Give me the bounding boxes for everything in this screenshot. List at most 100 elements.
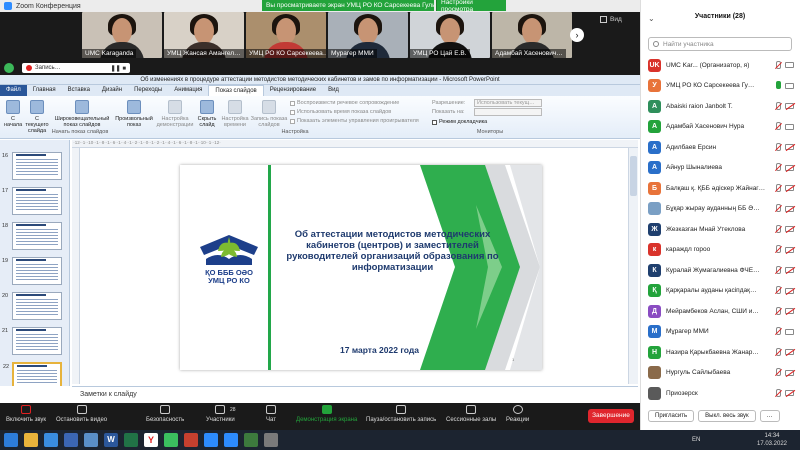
participant-row[interactable]: UK UMC Kar... (Организатор, я) <box>648 56 794 74</box>
end-meeting-button[interactable]: Завершение <box>588 409 634 423</box>
from-start-button[interactable]: С начала <box>4 100 22 128</box>
setup-show-button[interactable]: Настройка демонстрации <box>156 100 194 128</box>
ppt-tab[interactable]: Рецензирование <box>264 85 322 96</box>
ppt-tab[interactable]: Переходы <box>128 85 168 96</box>
camera-icon[interactable] <box>785 82 794 89</box>
microphone-icon[interactable] <box>774 306 781 316</box>
presenter-view-checkbox[interactable]: Режим докладчика <box>432 119 487 125</box>
camera-icon[interactable] <box>785 267 794 273</box>
ie-browser-icon[interactable] <box>44 433 58 447</box>
camera-icon[interactable] <box>785 226 794 232</box>
start-windows-icon[interactable] <box>4 433 18 447</box>
slide-thumbnail[interactable]: 17 <box>2 187 62 215</box>
pause-stop-icons[interactable]: ❚❚ ■ <box>111 65 126 72</box>
pause-recording-button[interactable]: Пауза/остановить запись <box>366 405 436 423</box>
chat-button[interactable]: Чат <box>266 405 276 423</box>
word-icon[interactable]: W <box>104 433 118 447</box>
camera-icon[interactable] <box>785 308 794 314</box>
ppt-tab[interactable]: Вид <box>322 85 345 96</box>
ppt-tab[interactable]: Показ слайдов <box>208 85 264 96</box>
invite-button[interactable]: Пригласить <box>648 410 695 422</box>
participant-row[interactable]: Қ Қарқаралы ауданы қасіпдақ… <box>648 282 794 300</box>
powerpoint-icon[interactable] <box>184 433 198 447</box>
microphone-icon[interactable] <box>774 327 781 336</box>
video-tile[interactable]: УМЦ Жансая Амангел… <box>164 12 244 58</box>
explorer-folder-icon[interactable] <box>24 433 38 447</box>
camera-icon[interactable] <box>785 205 794 212</box>
participant-row[interactable]: Б Балқаш қ. ҚББ әдіскер Жайнаг… <box>648 179 794 197</box>
camera-icon[interactable] <box>785 369 794 376</box>
participant-row[interactable]: A Abaiski raion Janbolt T. <box>648 97 794 115</box>
taskbar-app-icon[interactable] <box>244 433 258 447</box>
microphone-icon[interactable] <box>774 122 781 131</box>
hide-slide-button[interactable]: Скрыть слайд <box>196 100 218 128</box>
microphone-icon[interactable] <box>774 81 781 90</box>
zoom-app-icon[interactable] <box>204 433 218 447</box>
participant-row[interactable]: A Адамбай Хасенович Нура <box>648 118 794 136</box>
microphone-icon[interactable] <box>774 286 781 295</box>
camera-icon[interactable] <box>785 144 794 150</box>
camera-icon[interactable] <box>785 390 794 396</box>
unmute-button[interactable]: Включить звук <box>6 405 46 423</box>
camera-icon[interactable] <box>785 62 794 68</box>
excel-icon[interactable] <box>124 433 138 447</box>
microphone-icon[interactable] <box>774 204 781 213</box>
participant-row[interactable]: Д Мейрамбеков Аслан, СШИ и… <box>648 302 794 320</box>
slide-thumbnail[interactable]: 22 <box>3 362 62 386</box>
slide-thumbnail[interactable]: 20 <box>2 292 62 320</box>
participant-row[interactable]: Бұқар жырау ауданның ББ Ә… <box>648 200 794 218</box>
microphone-icon[interactable] <box>774 183 781 193</box>
microphone-icon[interactable] <box>774 163 781 172</box>
microphone-icon[interactable] <box>774 101 781 111</box>
video-tile[interactable]: УМЦ РО Цай Е.В. <box>410 12 490 58</box>
camera-icon[interactable] <box>785 246 794 253</box>
more-button[interactable]: … <box>759 410 780 422</box>
microphone-icon[interactable] <box>774 224 781 234</box>
microphone-icon[interactable] <box>774 388 781 398</box>
recording-indicator[interactable]: Запись… ❚❚ ■ <box>22 63 130 73</box>
reactions-button[interactable]: Реакции <box>506 405 529 423</box>
rehearse-button[interactable]: Настройка времени <box>220 100 250 128</box>
camera-icon[interactable] <box>785 123 794 130</box>
camera-icon[interactable] <box>785 185 794 191</box>
scrollbar-thumb[interactable] <box>630 156 637 196</box>
participant-row[interactable]: Н Назира Қарыкбаевна Жанар… <box>648 343 794 361</box>
custom-show-button[interactable]: Произвольный показ <box>112 100 156 128</box>
microphone-icon[interactable] <box>774 347 781 357</box>
system-clock[interactable]: 14:34 17.03.2022 <box>752 432 792 448</box>
current-slide[interactable]: ҚО БББ ОӘО УМЦ РО КО Об аттестации метод… <box>180 165 542 370</box>
next-page-arrow-icon[interactable]: › <box>570 28 584 42</box>
camera-icon[interactable] <box>785 287 794 294</box>
participant-row[interactable]: Ж Жезказган Мнай Утеклова <box>648 220 794 238</box>
participant-row[interactable]: А Айнур Шыналиева <box>648 159 794 177</box>
slide-thumbnail[interactable]: 19 <box>2 257 62 285</box>
breakout-rooms-button[interactable]: Сессионные залы <box>446 405 496 423</box>
timing-checkbox[interactable]: Использовать время показа слайдов <box>290 109 391 115</box>
ppt-tab[interactable]: Анимация <box>168 85 208 96</box>
microphone-icon[interactable] <box>774 245 781 254</box>
video-tile[interactable]: Мурагер ММИ <box>328 12 408 58</box>
share-screen-button[interactable]: Демонстрация экрана <box>296 405 357 423</box>
slide-thumbnail[interactable]: 16 <box>2 152 62 180</box>
taskbar-app-icon[interactable] <box>164 433 178 447</box>
microphone-icon[interactable] <box>774 142 781 152</box>
record-show-button[interactable]: Запись показа слайдов <box>250 100 288 128</box>
participant-row[interactable]: У УМЦ РО КО Сарсекеева Гу… <box>648 77 794 95</box>
camera-icon[interactable] <box>785 103 794 109</box>
yandex-browser-icon[interactable]: Y <box>144 433 158 447</box>
taskbar-app-icon[interactable] <box>264 433 278 447</box>
stop-video-button[interactable]: Остановить видео <box>56 405 107 423</box>
view-toggle[interactable]: Вид <box>600 16 622 23</box>
input-language[interactable]: EN <box>692 437 700 443</box>
participant-row[interactable]: Нургуль Сайлыбаева <box>648 364 794 382</box>
vertical-scrollbar[interactable] <box>628 148 638 384</box>
slide-thumbnail[interactable]: 21 <box>2 327 62 355</box>
microphone-icon[interactable] <box>774 368 781 377</box>
show-on-select[interactable] <box>474 108 542 116</box>
taskbar-app-icon[interactable] <box>84 433 98 447</box>
resolution-select[interactable]: Использовать текущ… <box>474 99 542 107</box>
ppt-tab[interactable]: Главная <box>27 85 62 96</box>
participant-row[interactable]: К Куралай Жумагалиевна ФЧЕ… <box>648 261 794 279</box>
ppt-tab[interactable]: Файл <box>0 85 27 96</box>
participant-search-input[interactable]: Найти участника <box>648 37 792 51</box>
